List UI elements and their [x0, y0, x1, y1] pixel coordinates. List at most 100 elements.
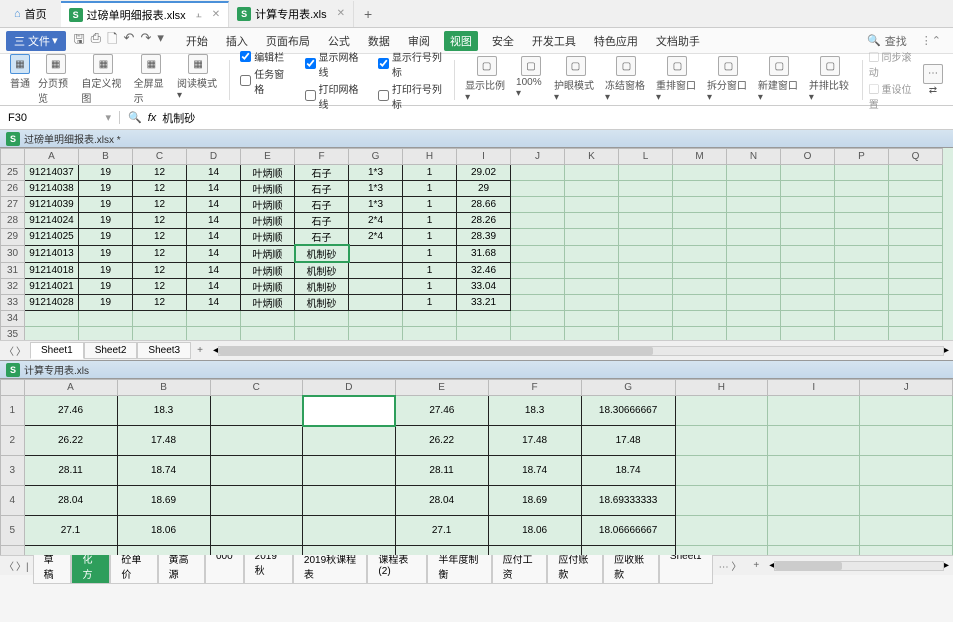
sheet-tab-Sheet1[interactable]: Sheet1: [30, 342, 84, 359]
cell[interactable]: 1*3: [349, 165, 403, 181]
cell[interactable]: [565, 229, 619, 246]
cell[interactable]: [889, 279, 943, 295]
checkbox-任务窗格[interactable]: 任务窗格: [240, 66, 288, 96]
col-header-I[interactable]: I: [457, 149, 511, 165]
cell[interactable]: 19: [79, 279, 133, 295]
cell[interactable]: 机制砂: [295, 245, 349, 262]
cell[interactable]: [675, 516, 768, 546]
cell[interactable]: [860, 426, 953, 456]
cell[interactable]: [835, 295, 889, 311]
cell[interactable]: 叶炳顺: [241, 262, 295, 279]
row-header-26[interactable]: 26: [1, 181, 25, 197]
row-header-30[interactable]: 30: [1, 245, 25, 262]
cell[interactable]: [133, 311, 187, 327]
cell[interactable]: [457, 311, 511, 327]
cell[interactable]: [727, 295, 781, 311]
cell[interactable]: 1: [403, 181, 457, 197]
cell[interactable]: [457, 327, 511, 341]
cell[interactable]: [673, 181, 727, 197]
checkbox-打印行号列标[interactable]: 打印行号列标: [378, 81, 444, 111]
cell[interactable]: 26.22: [395, 426, 488, 456]
cell[interactable]: 14: [187, 229, 241, 246]
cell[interactable]: 石子: [295, 229, 349, 246]
menu-tab-公式[interactable]: 公式: [324, 31, 354, 51]
checkbox-编辑栏[interactable]: 编辑栏: [240, 49, 288, 64]
cell[interactable]: 17.48: [488, 426, 581, 456]
cell[interactable]: 14: [187, 197, 241, 213]
fx-label[interactable]: fx: [148, 112, 157, 124]
cell[interactable]: [511, 279, 565, 295]
collapse-ribbon-icon[interactable]: ⋮⌃: [915, 34, 947, 47]
view-分页预览[interactable]: ▦分页预览: [34, 54, 77, 105]
cell[interactable]: [210, 426, 303, 456]
cell[interactable]: 14: [187, 279, 241, 295]
col-header-C[interactable]: C: [133, 149, 187, 165]
cell[interactable]: [675, 426, 768, 456]
scrollbar-h[interactable]: ◂▸: [209, 345, 953, 356]
col-header-H[interactable]: H: [675, 380, 768, 396]
cell[interactable]: [349, 245, 403, 262]
cell[interactable]: [619, 279, 673, 295]
cell[interactable]: [210, 546, 303, 556]
cell[interactable]: [860, 486, 953, 516]
cell[interactable]: [781, 311, 835, 327]
cell[interactable]: [210, 486, 303, 516]
cell[interactable]: 91214018: [25, 262, 79, 279]
cell[interactable]: [835, 229, 889, 246]
print-icon[interactable]: ⎙: [91, 30, 101, 52]
cell[interactable]: 91214037: [25, 165, 79, 181]
cell[interactable]: [619, 165, 673, 181]
cell[interactable]: 14: [187, 213, 241, 229]
col-header-M[interactable]: M: [673, 149, 727, 165]
cell[interactable]: [673, 165, 727, 181]
cell[interactable]: 27.2: [24, 546, 117, 556]
cell[interactable]: [781, 181, 835, 197]
cell[interactable]: [673, 229, 727, 246]
cell[interactable]: [781, 229, 835, 246]
cell[interactable]: 28.11: [24, 456, 117, 486]
sheet-tab-Sheet3[interactable]: Sheet3: [137, 342, 191, 359]
checkbox-显示行号列标[interactable]: 显示行号列标: [378, 49, 444, 79]
cell[interactable]: 12: [133, 245, 187, 262]
cell[interactable]: [889, 165, 943, 181]
add-sheet-button[interactable]: +: [191, 345, 209, 356]
cell[interactable]: [889, 311, 943, 327]
col-header-D[interactable]: D: [303, 380, 396, 396]
cell[interactable]: [511, 245, 565, 262]
cell[interactable]: 17.48: [581, 426, 675, 456]
cell[interactable]: 33.21: [457, 295, 511, 311]
row-header-25[interactable]: 25: [1, 165, 25, 181]
dropdown-icon[interactable]: ▾: [157, 30, 164, 52]
cell[interactable]: 1: [403, 245, 457, 262]
cell[interactable]: 叶炳顺: [241, 229, 295, 246]
cell[interactable]: [727, 311, 781, 327]
cell[interactable]: [727, 213, 781, 229]
cell[interactable]: [187, 311, 241, 327]
cell[interactable]: 机制砂: [295, 295, 349, 311]
view-阅读模式[interactable]: ▦阅读模式 ▾: [173, 54, 223, 105]
cell[interactable]: [511, 229, 565, 246]
cell[interactable]: 1: [403, 213, 457, 229]
cell[interactable]: 1: [403, 229, 457, 246]
view-普通[interactable]: ▦普通: [6, 54, 34, 105]
col-header-D[interactable]: D: [187, 149, 241, 165]
cell[interactable]: 14: [187, 262, 241, 279]
sheet-nav[interactable]: 〈〉|: [0, 558, 33, 573]
row-header-2[interactable]: 2: [1, 426, 25, 456]
cell[interactable]: [727, 181, 781, 197]
menu-tab-特色应用[interactable]: 特色应用: [590, 31, 642, 51]
cell[interactable]: [889, 213, 943, 229]
sheet-tab-Sheet2[interactable]: Sheet2: [84, 342, 138, 359]
cell[interactable]: [303, 516, 396, 546]
cell[interactable]: [565, 327, 619, 341]
cell[interactable]: 33.04: [457, 279, 511, 295]
file-tab-2[interactable]: S 计算专用表.xls ✕: [229, 1, 354, 27]
cell[interactable]: 2*4: [349, 229, 403, 246]
view-全屏显示[interactable]: ▦全屏显示: [130, 54, 173, 105]
cell[interactable]: [349, 311, 403, 327]
cell[interactable]: [781, 262, 835, 279]
cell[interactable]: [303, 426, 396, 456]
cell[interactable]: [675, 486, 768, 516]
cell[interactable]: 12: [133, 165, 187, 181]
col-header-E[interactable]: E: [241, 149, 295, 165]
